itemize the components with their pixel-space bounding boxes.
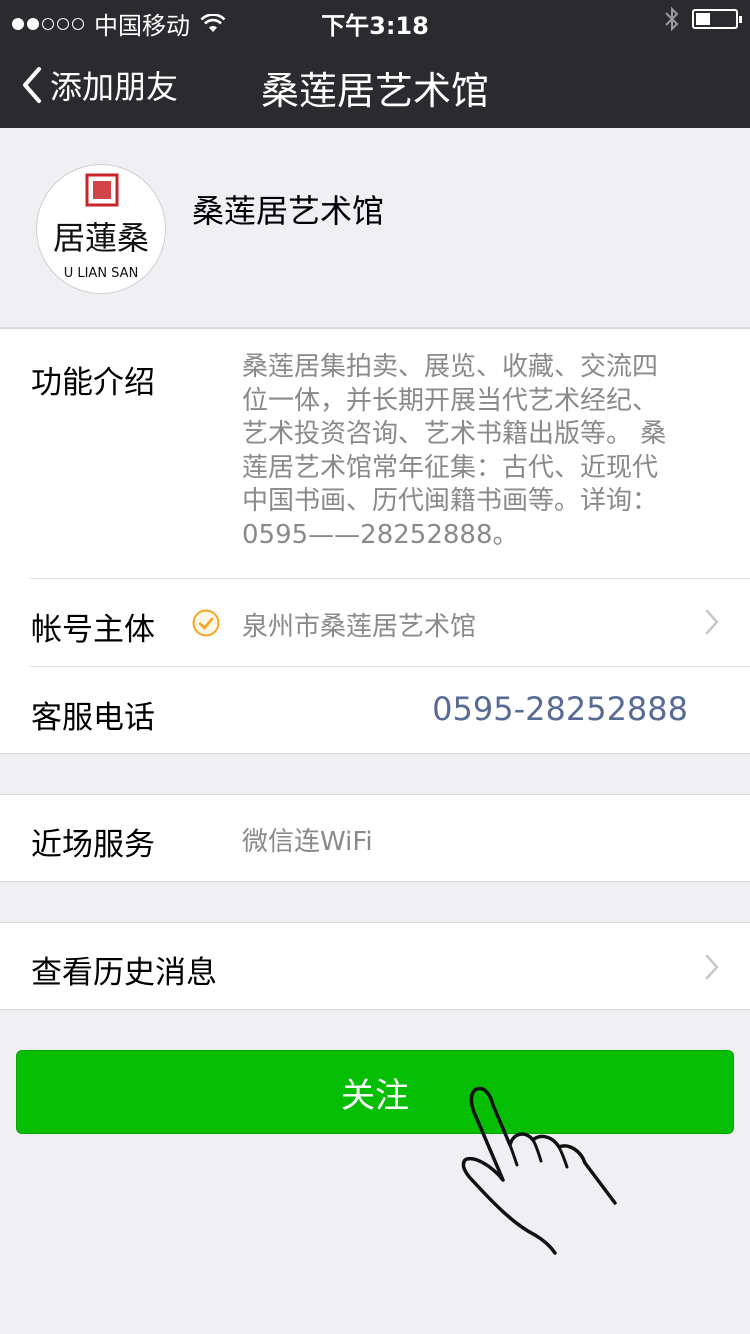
- nearby-label: 近场服务: [31, 827, 155, 863]
- account-value: 泉州市桑莲居艺术馆: [242, 612, 477, 642]
- intro-label: 功能介绍: [31, 365, 155, 401]
- info-group: 功能介绍 桑莲居集拍卖、展览、收藏、交流四 位一体，并长期开展当代艺术经纪、 艺…: [0, 328, 750, 754]
- bluetooth-icon: [665, 6, 679, 32]
- phone-link[interactable]: 0595-28252888: [432, 690, 688, 728]
- avatar-caption: U LIAN SAN: [64, 266, 139, 281]
- intro-line: 位一体，并长期开展当代艺术经纪、: [242, 385, 659, 416]
- status-time: 下午3:18: [321, 12, 429, 40]
- avatar[interactable]: 居蓮桑 U LIAN SAN: [36, 164, 166, 294]
- intro-line: 桑莲居集拍卖、展览、收藏、交流四: [242, 352, 659, 382]
- account-label: 帐号主体: [31, 612, 155, 648]
- intro-line: 中国书画、历代闽籍书画等。详询：: [242, 486, 659, 516]
- nearby-group: 近场服务 微信连WiFi: [0, 794, 750, 882]
- status-right: [664, 6, 742, 32]
- intro-line: 0595——28252888。: [242, 519, 519, 550]
- intro-line: 莲居艺术馆常年征集：古代、近现代: [242, 452, 659, 483]
- phone-label: 客服电话: [31, 700, 155, 736]
- avatar-logo-icon: 居蓮桑 U LIAN SAN: [53, 173, 149, 281]
- intro-row: 功能介绍 桑莲居集拍卖、展览、收藏、交流四 位一体，并长期开展当代艺术经纪、 艺…: [0, 329, 750, 578]
- verified-icon: [192, 609, 220, 637]
- intro-text: 桑莲居集拍卖、展览、收藏、交流四 位一体，并长期开展当代艺术经纪、 艺术投资咨询…: [242, 351, 712, 552]
- nearby-row[interactable]: 近场服务 微信连WiFi: [0, 795, 750, 883]
- avatar-text: 居蓮桑: [53, 219, 149, 257]
- phone-row[interactable]: 客服电话 0595-28252888: [0, 666, 750, 754]
- navigation-bar: 添加朋友 桑莲居艺术馆: [0, 40, 750, 128]
- intro-line: 艺术投资咨询、艺术书籍出版等。 桑: [242, 419, 667, 449]
- history-label: 查看历史消息: [31, 955, 217, 991]
- profile-name: 桑莲居艺术馆: [192, 192, 385, 230]
- account-row[interactable]: 帐号主体 泉州市桑莲居艺术馆: [0, 578, 750, 666]
- battery-icon: [692, 9, 742, 29]
- history-group: 查看历史消息: [0, 922, 750, 1010]
- chevron-right-icon: [705, 954, 719, 980]
- pointing-hand-icon: [461, 1086, 617, 1255]
- history-row[interactable]: 查看历史消息: [0, 923, 750, 1011]
- page-title: 桑莲居艺术馆: [260, 69, 489, 113]
- status-bar: 中国移动 下午3:18: [0, 0, 750, 40]
- chevron-right-icon: [705, 609, 719, 635]
- follow-button[interactable]: 关注: [16, 1050, 734, 1134]
- profile-header: 居蓮桑 U LIAN SAN 桑莲居艺术馆: [0, 128, 750, 328]
- nearby-value: 微信连WiFi: [242, 827, 373, 857]
